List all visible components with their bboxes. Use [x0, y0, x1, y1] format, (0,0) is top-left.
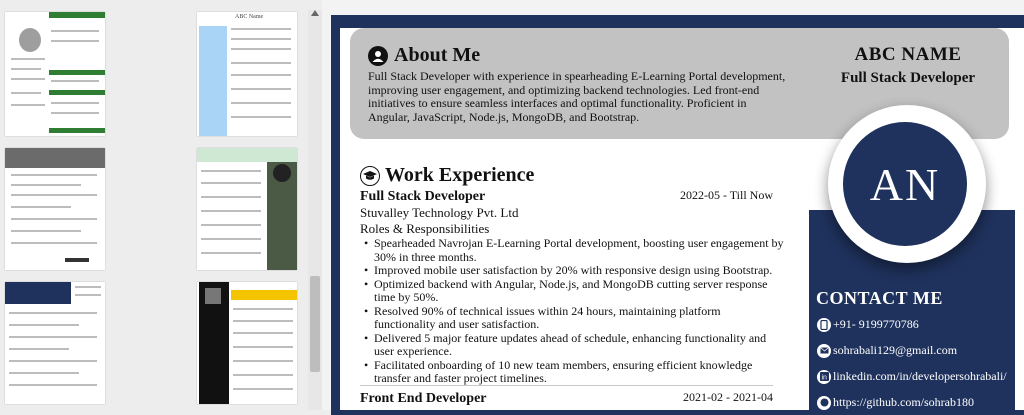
- job-title: Full Stack Developer: [360, 189, 486, 204]
- company-name: Stuvalley Technology Pvt. Ltd: [360, 205, 519, 220]
- roles-label: Roles & Responsibilities: [360, 221, 490, 236]
- list-item: Delivered 5 major feature updates ahead …: [364, 331, 784, 359]
- divider: [360, 385, 773, 386]
- graduation-cap-icon: [360, 165, 380, 186]
- work-title: Work Experience: [385, 164, 535, 186]
- template-thumbnail[interactable]: [5, 12, 105, 136]
- contact-linkedin-text: linkedin.com/in/developersohrabali/: [833, 369, 1007, 383]
- scroll-up-arrow-icon[interactable]: [311, 10, 319, 16]
- avatar: AN: [843, 122, 967, 246]
- thumbnail-name: ABC Name: [235, 14, 264, 20]
- job-date: 2021-02 - 2021-04: [683, 390, 773, 404]
- responsibility-list: Spearheaded Navrojan E-Learning Portal d…: [360, 236, 784, 386]
- mail-icon: [817, 343, 831, 358]
- list-item: Spearheaded Navrojan E-Learning Portal d…: [364, 236, 784, 264]
- template-thumbnail[interactable]: [5, 282, 105, 404]
- job-title: Front End Developer: [360, 391, 487, 406]
- profile-role: Full Stack Developer: [840, 70, 976, 86]
- contact-github[interactable]: https://github.com/sohrab180: [817, 395, 974, 410]
- linkedin-icon: in: [817, 369, 831, 384]
- work-heading: Work Experience: [360, 164, 534, 187]
- about-text: Full Stack Developer with experience in …: [368, 69, 786, 124]
- template-thumbnail[interactable]: [197, 282, 297, 404]
- template-gallery: ABC Name: [0, 0, 322, 410]
- list-item: Facilitated onboarding of 10 new team me…: [364, 358, 784, 386]
- list-item: Improved mobile user satisfaction by 20%…: [364, 263, 784, 278]
- list-item: Resolved 90% of technical issues within …: [364, 304, 784, 332]
- svg-text:in: in: [821, 375, 827, 382]
- template-thumbnail[interactable]: [5, 148, 105, 270]
- contact-linkedin[interactable]: in linkedin.com/in/developersohrabali/: [817, 369, 1007, 384]
- about-title: About Me: [394, 44, 481, 66]
- profile-name: ABC NAME: [854, 44, 962, 65]
- phone-icon: [817, 317, 831, 332]
- template-thumbnail[interactable]: ABC Name: [197, 12, 297, 136]
- user-icon: [368, 45, 388, 66]
- contact-title: CONTACT ME: [816, 288, 943, 308]
- contact-phone[interactable]: +91- 9199770786: [817, 317, 919, 332]
- scrollbar-thumb[interactable]: [310, 276, 320, 372]
- job-date: 2022-05 - Till Now: [679, 188, 773, 202]
- github-icon: [817, 395, 831, 410]
- contact-email-text: sohrabali129@gmail.com: [833, 343, 958, 357]
- contact-phone-text: +91- 9199770786: [833, 317, 919, 331]
- list-item: Optimized backend with Angular, Node.js,…: [364, 277, 784, 305]
- contact-email[interactable]: sohrabali129@gmail.com: [817, 343, 957, 358]
- contact-github-text: https://github.com/sohrab180: [833, 395, 974, 409]
- about-heading: About Me: [368, 44, 480, 67]
- template-thumbnail[interactable]: [197, 148, 297, 270]
